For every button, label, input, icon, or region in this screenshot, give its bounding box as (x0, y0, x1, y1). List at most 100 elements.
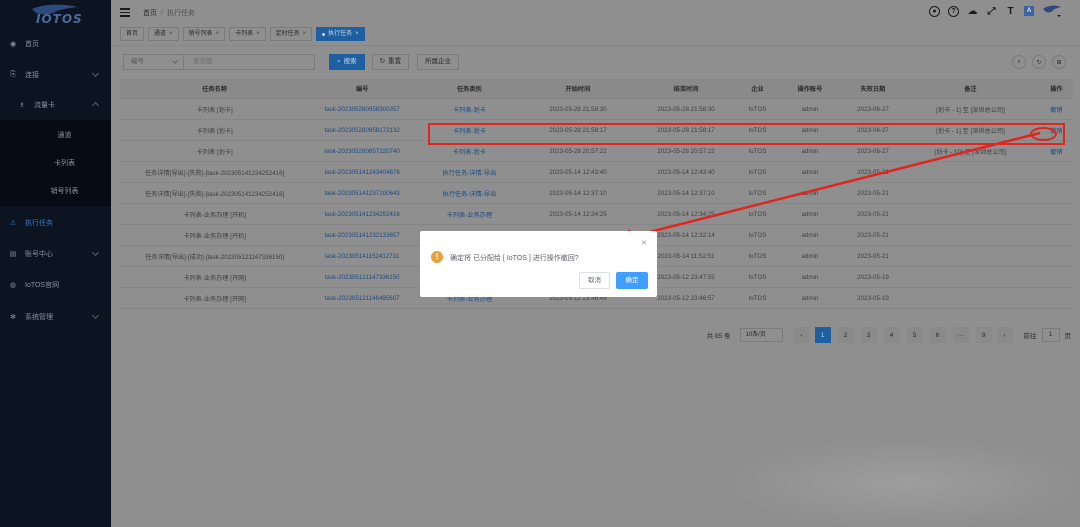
close-icon[interactable]: × (256, 28, 260, 40)
table-cell: IoTOS (748, 147, 767, 155)
search-toggle-icon[interactable]: ⌕ (1012, 55, 1026, 69)
column-header: 编号 (356, 86, 369, 93)
sidebar-item-label: 连接 (25, 72, 39, 79)
refresh-icon: ↻ (379, 58, 386, 65)
table-cell: [划卡 - 1] 至 [深圳总公司] (936, 106, 1005, 114)
table-cell[interactable]: task-202305141237100643 (309, 190, 415, 197)
page-number[interactable]: 3 (860, 327, 877, 343)
page-number[interactable]: 2 (837, 327, 854, 343)
table-cell: IoTOS (748, 168, 767, 176)
table-cell[interactable]: task-202305141243404876 (309, 169, 415, 176)
sidebar-item-connection[interactable]: ⎘ 连接 (0, 60, 111, 90)
table-cell[interactable]: task-202305280958172132 (309, 127, 415, 134)
close-icon[interactable]: × (303, 28, 307, 40)
gear-icon: ✻ (10, 314, 16, 321)
task-icon: ⚠ (9, 220, 17, 227)
table-cell[interactable]: task-202305141232133657 (309, 232, 415, 239)
logo-text: IOTOS (36, 12, 83, 26)
help-icon[interactable]: ? (948, 5, 959, 17)
revoke-link[interactable]: 撤销 (1040, 105, 1073, 114)
menu-toggle-icon[interactable] (120, 8, 130, 17)
github-icon[interactable]: ● (929, 5, 940, 17)
column-header: 操作账号 (797, 86, 823, 93)
next-page-icon[interactable]: › (996, 327, 1013, 343)
tag-cancel-list[interactable]: 销号列表 × (182, 27, 226, 41)
table-cell[interactable]: task-202305141152412731 (309, 253, 415, 260)
search-button-label: 搜索 (343, 58, 357, 65)
sidebar-item-label: 系统管理 (25, 314, 53, 321)
sidebar-item-account[interactable]: ▤ 账号中心 (0, 239, 111, 269)
close-icon[interactable]: ✕ (641, 239, 647, 247)
cloud-download-icon[interactable]: ☁ (967, 6, 978, 17)
columns-icon[interactable]: ⊞ (1052, 55, 1066, 69)
sidebar-item-traffic-card[interactable]: ♗ 流量卡 (0, 90, 111, 120)
page-number[interactable]: 9 (975, 327, 992, 343)
table-cell: 2023-05-14 12:43:40 (657, 168, 715, 176)
cancel-button[interactable]: 取消 (579, 272, 610, 289)
tag-channel[interactable]: 通道 × (148, 27, 179, 41)
page-number[interactable]: 6 (929, 327, 946, 343)
table-cell: IoTOS (748, 189, 767, 197)
table-row: 任务详情[导出]-[失败]-[task-202305141234252416] t… (120, 183, 1073, 204)
tag-home[interactable]: 首页 (120, 27, 145, 41)
font-size-icon[interactable]: T (1005, 6, 1016, 17)
table-cell[interactable]: task-202305121146495607 (309, 295, 415, 302)
sidebar-item-system[interactable]: ✻ 系统管理 (0, 302, 111, 332)
table-cell[interactable]: task-202305141234252416 (309, 211, 415, 218)
breadcrumb-home[interactable]: 首页 (143, 10, 157, 17)
table-tools: ⌕ ↻ ⊞ (1012, 55, 1066, 69)
fullscreen-icon[interactable]: ⤢ (986, 6, 997, 17)
active-dot-icon (322, 32, 326, 36)
table-cell: admin (801, 273, 819, 281)
prev-page-icon[interactable]: ‹ (793, 327, 810, 343)
company-button[interactable]: 所属企业 (417, 54, 460, 70)
goto-input[interactable]: 1 (1041, 328, 1060, 342)
sidebar-subitem-card-list[interactable]: 卡列表 (0, 150, 111, 178)
tag-scheduled[interactable]: 定时任务 × (269, 27, 313, 41)
search-button[interactable]: ⌕ 搜索 (329, 54, 365, 70)
topbar-icons: ● ? ☁ ⤢ T A (929, 4, 1062, 18)
page-number[interactable]: 4 (883, 327, 900, 343)
tag-card-list[interactable]: 卡列表 × (229, 27, 266, 41)
table-cell: admin (801, 147, 819, 155)
revoke-link[interactable]: 撤销 (1040, 147, 1073, 156)
filter-bar: 编号 查询值 ⌕ 搜索 ↻ 重置 所属企业 (123, 54, 460, 70)
page-number[interactable]: ··· (952, 327, 969, 343)
breadcrumb-current: 执行任务 (166, 10, 195, 17)
column-header: 任务名称 (202, 86, 228, 93)
confirm-button[interactable]: 确定 (616, 272, 648, 289)
table-cell: 2023-06-27 (857, 105, 889, 113)
tag-label: 首页 (126, 31, 139, 37)
sidebar-item-tasks[interactable]: ⚠ 执行任务 (0, 208, 111, 238)
table-cell: 卡列表-业务办理 [开机] (183, 211, 247, 219)
search-input[interactable]: 查询值 (184, 54, 315, 70)
dashboard-icon: ◉ (9, 41, 17, 48)
sidebar-subitem-cancel-list[interactable]: 销号列表 (0, 178, 111, 206)
sidebar-item-home[interactable]: ◉ 首页 (0, 29, 111, 59)
page-number[interactable]: 5 (906, 327, 923, 343)
language-icon[interactable]: A (1024, 6, 1034, 16)
avatar[interactable] (1042, 4, 1062, 18)
table-cell: 卡列表-业务办理 (446, 211, 493, 219)
page-size-select[interactable]: 10条/页 (739, 328, 783, 342)
field-select[interactable]: 编号 (123, 54, 184, 70)
table-cell[interactable]: task-202305121147336150 (309, 274, 415, 281)
close-icon[interactable]: × (169, 28, 173, 40)
refresh-icon[interactable]: ↻ (1032, 55, 1046, 69)
tag-tasks[interactable]: 执行任务 × (316, 27, 365, 41)
table-cell[interactable]: task-202305280857220740 (309, 148, 415, 155)
sidebar: IOTOS ◉ 首页 ⎘ 连接 ♗ 流量卡 通道 卡列表 销号列表 ⚠ 执行任务… (0, 0, 111, 527)
sidebar-subitem-channel[interactable]: 通道 (0, 122, 111, 150)
column-header: 操作 (1050, 86, 1063, 93)
reset-button[interactable]: ↻ 重置 (371, 54, 410, 70)
table-cell[interactable]: task-202305280958300357 (309, 106, 415, 113)
topbar: 首页 / 执行任务 ● ? ☁ ⤢ T A (111, 0, 1080, 25)
page-number[interactable]: 1 (814, 327, 831, 343)
chevron-down-icon (91, 248, 100, 257)
table-cell: admin (801, 210, 819, 218)
divider (111, 45, 1080, 46)
close-icon[interactable]: × (216, 28, 220, 40)
sidebar-item-website[interactable]: ◍ IoTOS官网 (0, 270, 111, 300)
close-icon[interactable]: × (355, 28, 359, 40)
table-cell: 2023-05-21 (857, 231, 889, 239)
